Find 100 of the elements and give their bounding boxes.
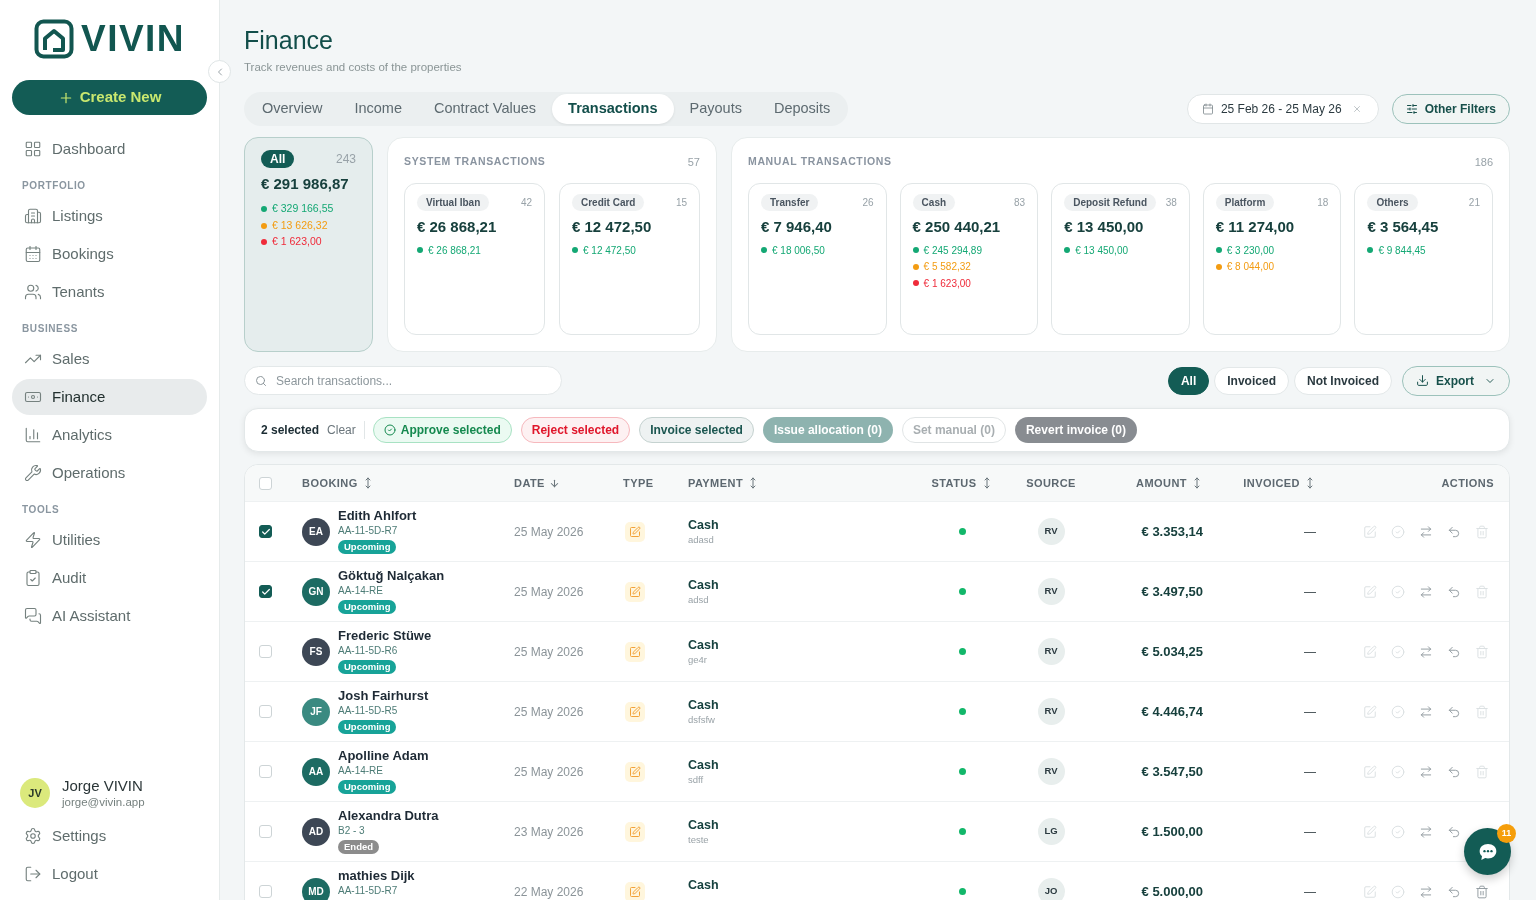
undo-icon[interactable] (1447, 584, 1461, 599)
nav-item[interactable]: Logout (12, 856, 207, 892)
checkbox[interactable] (259, 525, 272, 538)
filter-pill[interactable]: Not Invoiced (1293, 366, 1392, 395)
swap-arrows-icon[interactable] (1419, 584, 1433, 599)
nav-item[interactable]: Operations (12, 455, 207, 491)
payment-method: Cash (688, 576, 719, 593)
amount-text: € 1 623,00 (272, 234, 322, 250)
nav-item[interactable]: Bookings (12, 236, 207, 272)
category-chip: Others (1367, 194, 1418, 211)
wrench-icon (24, 464, 42, 482)
settings-icon (24, 827, 42, 845)
search-field[interactable]: Search transactions... (244, 366, 562, 395)
source-badge: JO (1037, 878, 1065, 900)
close-icon[interactable] (1351, 104, 1362, 114)
bulk-action-button[interactable]: Invoice selected (639, 417, 754, 443)
payment-note: ge4r (688, 652, 707, 667)
column-header[interactable]: PAYMENT (688, 474, 760, 492)
nav-item[interactable]: Listings (12, 198, 207, 234)
summary-card[interactable]: Others 21 € 3 564,45 € 9 844,45 (1354, 183, 1493, 335)
calendar-icon (1201, 103, 1214, 115)
undo-icon[interactable] (1447, 884, 1461, 899)
collapse-button[interactable] (208, 60, 231, 83)
nav-item[interactable]: Finance (12, 379, 207, 415)
guest-name[interactable]: Alexandra Dutra (338, 807, 439, 824)
amount-text: € 3.547,50 (1141, 764, 1203, 779)
nav-item[interactable]: Tenants (12, 274, 207, 310)
guest-name[interactable]: Josh Fairhurst (338, 687, 429, 704)
guest-name[interactable]: mathies Dijk (338, 867, 415, 884)
nav-item[interactable]: AI Assistant (12, 598, 207, 634)
column-header[interactable]: DATE (514, 474, 560, 492)
summary-card[interactable]: Transfer 26 € 7 946,40 € 18 006,50 (748, 183, 887, 335)
user-email: jorge@vivin.app (62, 794, 145, 810)
nav-item[interactable]: Dashboard (12, 131, 207, 167)
undo-icon[interactable] (1447, 764, 1461, 779)
tab[interactable]: Deposits (757, 94, 847, 124)
nav-item[interactable]: Sales (12, 341, 207, 377)
trash-icon[interactable] (1475, 884, 1489, 899)
tab[interactable]: Transactions (552, 94, 674, 124)
swap-arrows-icon[interactable] (1419, 644, 1433, 659)
nav-item[interactable]: Settings (12, 818, 207, 854)
clear-button[interactable]: Clear (327, 421, 356, 439)
search-icon (255, 374, 267, 387)
house-logo-icon (33, 19, 74, 59)
payment-method: Cash (688, 696, 719, 713)
swap-arrows-icon[interactable] (1419, 524, 1433, 539)
source-badge: RV (1037, 758, 1065, 785)
swap-arrows-icon[interactable] (1419, 824, 1433, 839)
filter-pill[interactable]: Invoiced (1214, 366, 1289, 395)
stage-badge: Upcoming (338, 539, 397, 554)
export-button[interactable]: Export (1402, 365, 1510, 396)
swap-arrows-icon[interactable] (1419, 884, 1433, 899)
amount-text: € 18 006,50 (772, 243, 825, 258)
tab[interactable]: Contract Values (418, 94, 553, 124)
bulk-action-button[interactable]: Reject selected (520, 417, 631, 443)
guest-name[interactable]: Göktuğ Nalçakan (338, 567, 445, 584)
column-header[interactable]: STATUS (931, 474, 993, 492)
undo-icon[interactable] (1447, 644, 1461, 659)
tab[interactable]: Income (338, 94, 418, 124)
filter-pill[interactable]: All (1167, 366, 1210, 395)
summary-card[interactable]: Platform 18 € 11 274,00 € 3 230,00 € 8 044,00 (1202, 183, 1342, 335)
column-header: ACTIONS (1441, 475, 1494, 491)
nav-item[interactable]: Utilities (12, 522, 207, 558)
section-heading: PORTFOLIO (22, 180, 87, 192)
date-text: 25 May 2026 (514, 764, 584, 779)
count-text: 83 (1014, 196, 1026, 210)
tab[interactable]: Payouts (673, 94, 758, 124)
column-header[interactable]: BOOKING (302, 474, 374, 492)
guest-name[interactable]: Frederic Stüwe (338, 627, 432, 644)
undo-icon[interactable] (1447, 704, 1461, 719)
category-chip: Transfer (761, 194, 819, 211)
calendar-icon (24, 245, 42, 263)
nav-item[interactable]: Analytics (12, 417, 207, 453)
column-header[interactable]: AMOUNT (1136, 474, 1203, 492)
payment-note: adasd (688, 532, 714, 547)
undo-icon[interactable] (1447, 524, 1461, 539)
checkbox[interactable] (259, 585, 272, 598)
summary-card[interactable]: Deposit Refund 38 € 13 450,00 € 13 450,00 (1051, 183, 1190, 335)
payment-note: dsfsfw (688, 712, 715, 727)
undo-icon[interactable] (1447, 824, 1461, 839)
other-filters-button[interactable]: Other Filters (1391, 94, 1510, 124)
date-range-picker[interactable]: 25 Feb 26 - 25 May 26 (1186, 94, 1379, 124)
amount-text: € 3.353,14 (1141, 524, 1203, 539)
swap-arrows-icon[interactable] (1419, 764, 1433, 779)
payment-note: teste (688, 832, 709, 847)
create-new-button[interactable]: Create New (12, 80, 207, 115)
swap-arrows-icon[interactable] (1419, 704, 1433, 719)
summary-card[interactable]: Cash 83 € 250 440,21 € 245 294,89 € 5 582,32 € 1 623,00 (899, 183, 1039, 335)
nav-item[interactable]: Audit (12, 560, 207, 596)
tab[interactable]: Overview (246, 94, 339, 124)
amount-text: € 12 472,50 (583, 243, 636, 258)
summary-card[interactable]: All 243 € 291 986,87 € 329 166,55 € 13 626,32 € 1 623,00 (244, 137, 373, 352)
guest-name[interactable]: Edith Ahlfort (338, 507, 417, 524)
column-header[interactable]: INVOICED (1243, 474, 1316, 492)
bulk-action-button[interactable]: Approve selected (372, 417, 512, 443)
amount-text: € 8 044,00 (1226, 260, 1275, 275)
guest-name[interactable]: Apolline Adam (338, 747, 429, 764)
summary-card[interactable]: Credit Card 15 € 12 472,50 € 12 472,50 (559, 183, 700, 335)
summary-card[interactable]: Virtual Iban 42 € 26 868,21 € 26 868,21 (404, 183, 545, 335)
booking-code: AA-11-5D-R7 (338, 523, 398, 538)
